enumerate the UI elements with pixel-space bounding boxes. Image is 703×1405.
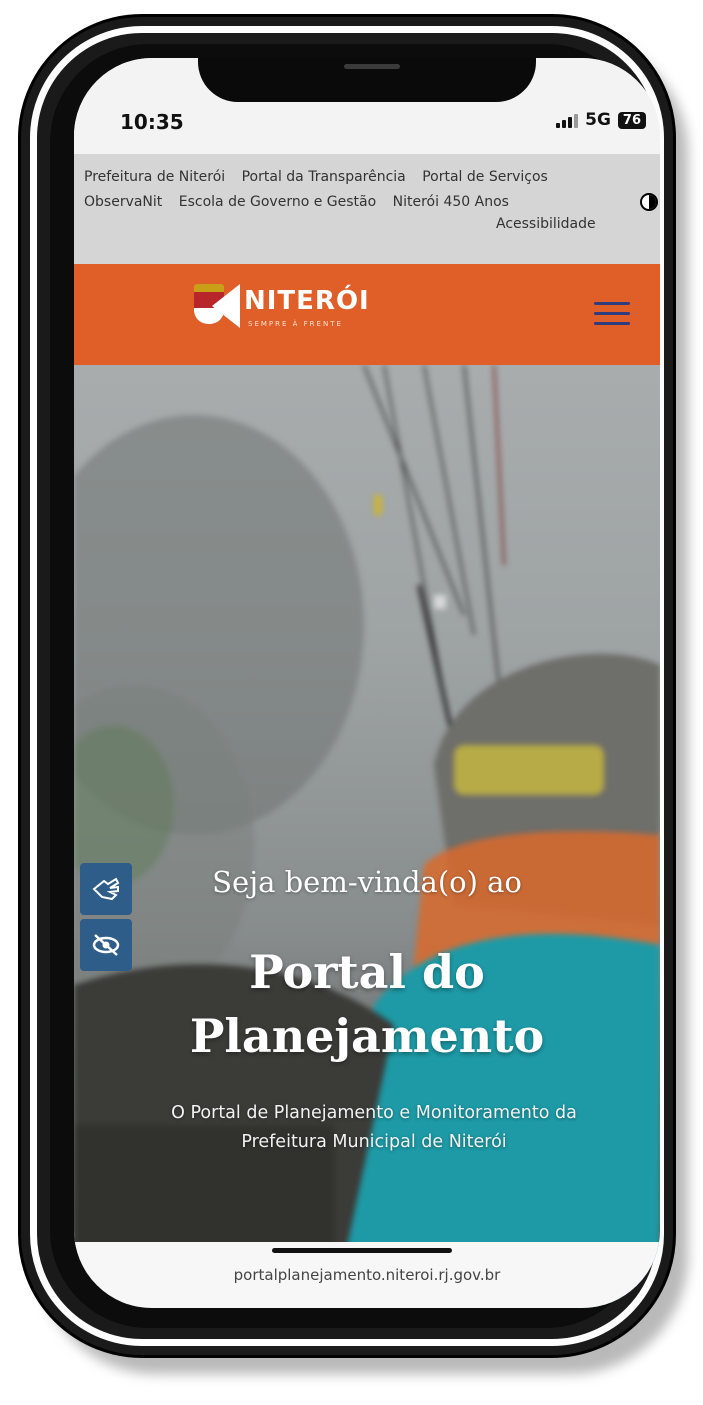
logo-tagline: SEMPRE À FRENTE [248, 320, 343, 328]
logo-chevron-icon [212, 284, 240, 328]
hero-subtitle: O Portal de Planejamento e Monitoramento… [94, 1099, 654, 1157]
site-header: NITERÓI SEMPRE À FRENTE [74, 264, 660, 365]
network-label: 5G [585, 110, 611, 130]
niteroi-logo[interactable]: NITERÓI SEMPRE À FRENTE [194, 280, 394, 350]
nav-link-transparencia[interactable]: Portal da Transparência [242, 169, 406, 185]
top-navigation: Prefeitura de Niterói Portal da Transpar… [74, 154, 660, 264]
nav-link-prefeitura[interactable]: Prefeitura de Niterói [84, 169, 225, 185]
browser-url-bar[interactable]: portalplanejamento.niteroi.rj.gov.br [74, 1242, 660, 1308]
nav-link-servicos[interactable]: Portal de Serviços [422, 169, 548, 185]
nav-link-niteroi-450[interactable]: Niterói 450 Anos [393, 194, 509, 210]
top-nav-row-1: Prefeitura de Niterói Portal da Transpar… [84, 169, 560, 185]
hero-background-image [74, 365, 660, 1308]
status-indicators: 5G 76 [556, 110, 646, 130]
hero-welcome-text: Seja bem-vinda(o) ao [212, 865, 522, 899]
hero-title-line-2: Planejamento [189, 1009, 545, 1063]
logo-text: NITERÓI [244, 286, 370, 316]
contrast-icon[interactable] [640, 193, 658, 211]
battery-icon: 76 [617, 111, 646, 129]
nav-link-observanit[interactable]: ObservaNit [84, 194, 162, 210]
hero-title-line-1: Portal do [249, 945, 485, 999]
phone-notch [198, 58, 536, 102]
phone-screen: 10:35 5G 76 Prefeitura de Niterói Portal… [74, 58, 660, 1308]
hero-banner: Seja bem-vinda(o) ao Portal do Planejame… [74, 365, 660, 1308]
hamburger-icon[interactable] [594, 302, 630, 328]
url-text[interactable]: portalplanejamento.niteroi.rj.gov.br [74, 1266, 660, 1284]
hero-subtitle-line-2: Prefeitura Municipal de Niterói [241, 1132, 507, 1152]
top-nav-row-2: ObservaNit Escola de Governo e Gestão Ni… [84, 194, 521, 210]
hero-title: Portal do Planejamento [74, 940, 660, 1068]
home-indicator [272, 1248, 452, 1253]
nav-link-escola-governo[interactable]: Escola de Governo e Gestão [179, 194, 376, 210]
nav-link-acessibilidade[interactable]: Acessibilidade [496, 216, 596, 232]
notch-speaker [344, 64, 400, 69]
signal-icon [556, 113, 579, 128]
status-time: 10:35 [120, 110, 184, 134]
hero-subtitle-line-1: O Portal de Planejamento e Monitoramento… [171, 1103, 577, 1123]
